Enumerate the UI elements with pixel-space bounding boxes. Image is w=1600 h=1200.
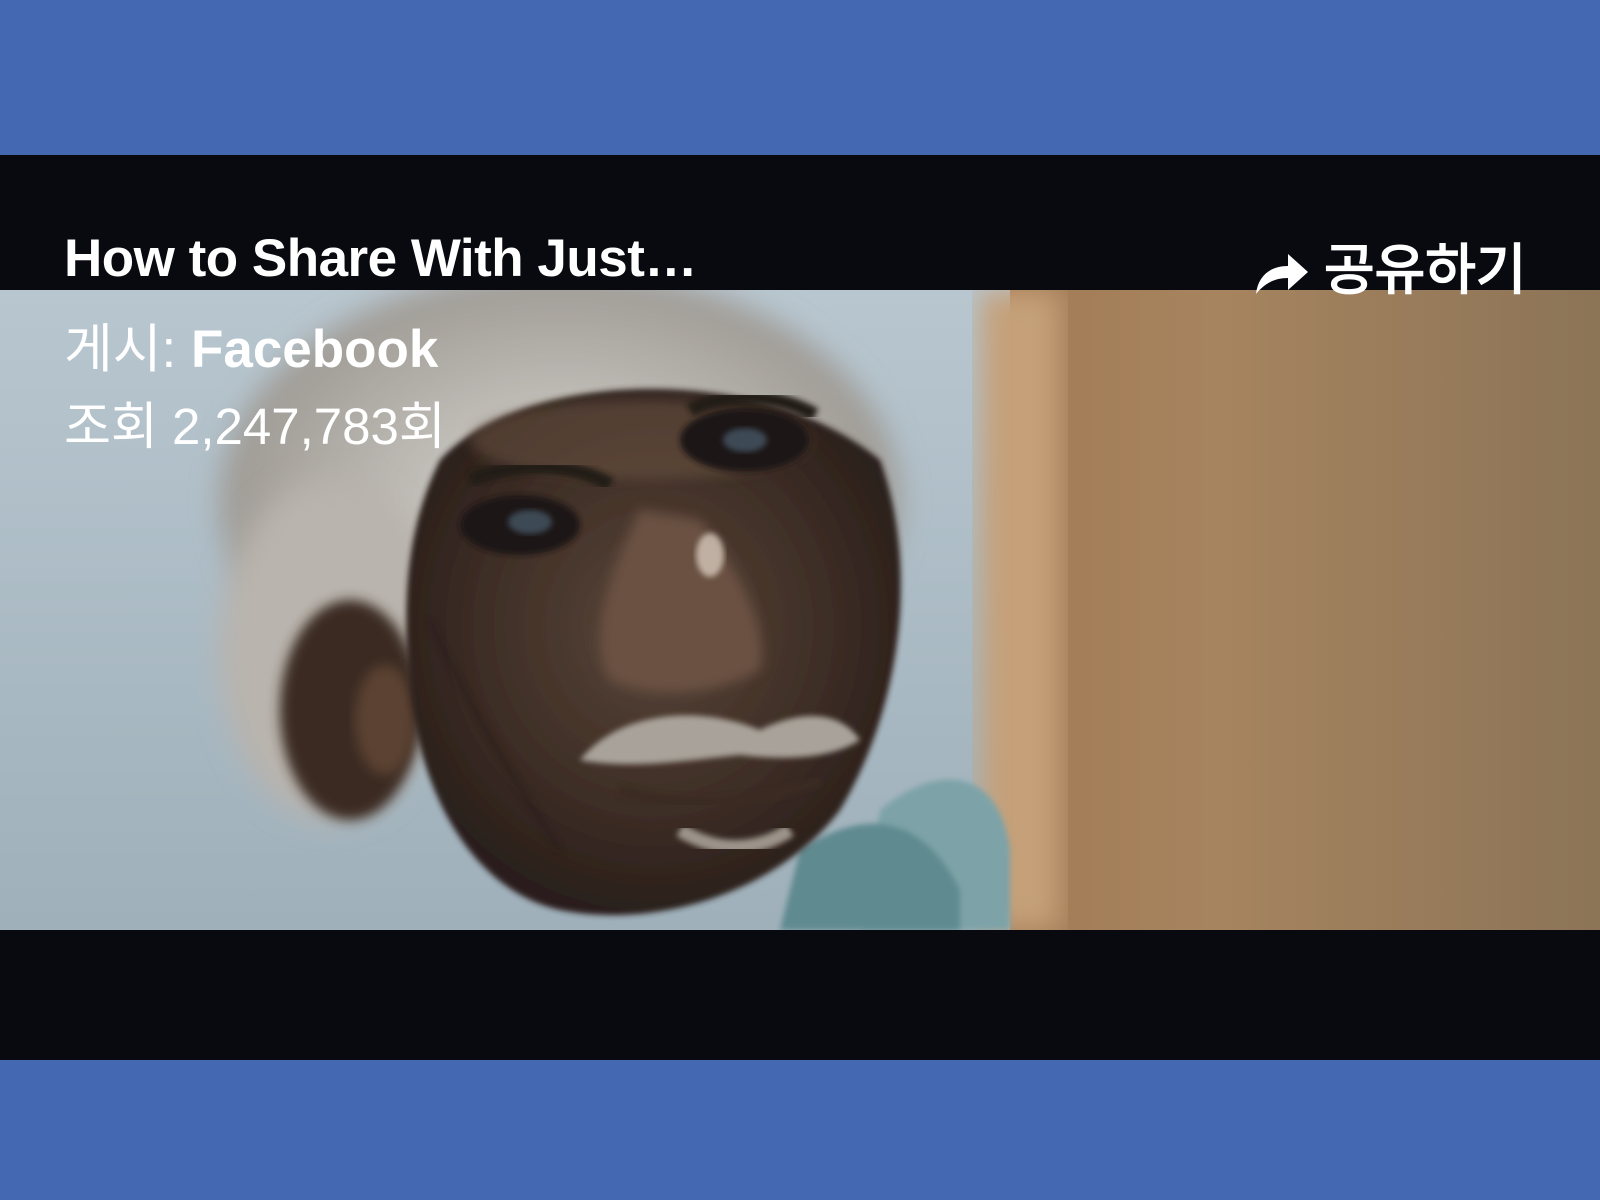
posted-by-line: 게시: Facebook (64, 307, 438, 383)
share-arrow-icon (1252, 246, 1310, 298)
top-background-band (0, 0, 1600, 155)
video-title[interactable]: How to Share With Just… (64, 228, 697, 289)
video-player[interactable]: How to Share With Just… 게시: Facebook 조회 … (0, 155, 1600, 1060)
share-label: 공유하기 (1324, 239, 1527, 301)
share-button[interactable]: 공유하기 (1252, 225, 1526, 305)
view-count: 조회 2,247,783회 (64, 398, 446, 455)
posted-by-prefix: 게시: (64, 320, 191, 379)
page-name-link[interactable]: Facebook (191, 320, 438, 379)
bottom-background-band (0, 1060, 1600, 1200)
